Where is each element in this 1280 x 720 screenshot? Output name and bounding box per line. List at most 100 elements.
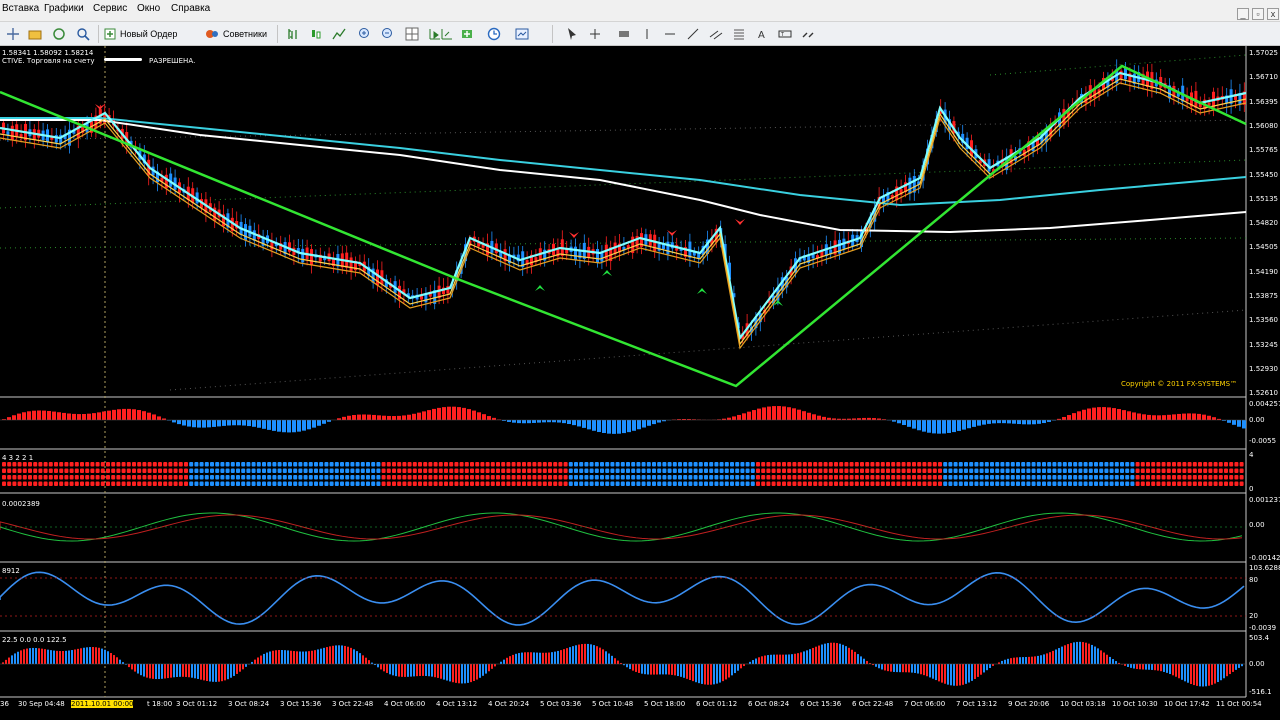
signal-dot	[1224, 468, 1228, 473]
histogram-bar	[323, 647, 325, 664]
signal-dot	[1016, 468, 1020, 473]
signal-dot	[735, 475, 740, 480]
price-chart-canvas[interactable]	[0, 46, 1280, 710]
macd-bar	[942, 420, 946, 434]
signal-dot	[303, 475, 308, 480]
macd-bar	[452, 406, 456, 420]
signal-dot	[792, 481, 797, 486]
signal-dot	[1088, 475, 1093, 480]
arrows-icon[interactable]	[801, 27, 815, 41]
signal-dot	[860, 475, 864, 480]
rectangle-tool-icon[interactable]	[617, 27, 631, 41]
signal-dot	[48, 481, 53, 486]
zoom-in-icon[interactable]	[358, 27, 372, 41]
signal-dot	[236, 475, 240, 480]
signal-dot	[80, 462, 84, 467]
signal-dot	[906, 475, 911, 480]
histogram-bar	[1133, 664, 1135, 669]
histogram-bar	[1184, 664, 1186, 682]
zoom-out-icon[interactable]	[381, 27, 395, 41]
time-tick-label: 6 Oct 08:24	[748, 700, 790, 708]
signal-dot	[1078, 475, 1083, 480]
signal-dot	[1005, 462, 1010, 467]
menu-service[interactable]: Сервис	[93, 3, 127, 14]
chart-window[interactable]: 1.58341 1.58092 1.58214 CTIVE. Торговля …	[0, 46, 1280, 710]
macd-bar	[927, 420, 931, 433]
signal-dot	[251, 475, 256, 480]
signal-dot	[1229, 481, 1234, 486]
vertical-line-icon[interactable]	[640, 27, 654, 41]
signal-dot	[537, 481, 542, 486]
signal-dot	[329, 481, 334, 486]
folder-icon[interactable]	[28, 27, 42, 41]
signal-dot	[7, 462, 12, 467]
text-tool-icon[interactable]: A	[755, 27, 769, 41]
restore-button[interactable]: ▫	[1252, 8, 1264, 20]
signal-dot	[33, 462, 38, 467]
histogram-bar	[329, 646, 331, 664]
histogram-bar	[977, 664, 979, 677]
fibonacci-icon[interactable]	[732, 27, 746, 41]
menu-window[interactable]: Окно	[137, 3, 160, 14]
magnifier-icon[interactable]	[76, 27, 90, 41]
signal-dot	[865, 481, 870, 486]
histogram-bar	[1067, 644, 1069, 664]
signal-dot	[314, 475, 318, 480]
tile-windows-icon[interactable]	[405, 27, 419, 41]
cursor-icon[interactable]	[565, 27, 579, 41]
time-tick-label: 3 Oct 22:48	[332, 700, 374, 708]
signal-dot	[782, 481, 786, 486]
signal-dot	[542, 468, 547, 473]
minimize-button[interactable]: _	[1237, 8, 1249, 20]
signal-dot	[558, 462, 563, 467]
new-order-button[interactable]: Новый Ордер	[104, 26, 177, 42]
indicator-axis-label: 0	[1249, 485, 1254, 493]
close-button[interactable]: x	[1267, 8, 1279, 20]
histogram-bar	[353, 649, 355, 664]
crosshair-move-icon[interactable]	[6, 27, 20, 41]
signal-dot	[958, 481, 963, 486]
signal-dot	[896, 462, 901, 467]
bar-chart-icon[interactable]	[286, 27, 300, 41]
autoscroll-icon[interactable]	[440, 27, 454, 41]
macd-bar	[817, 415, 821, 420]
signal-dot	[423, 468, 428, 473]
signal-dot	[766, 481, 771, 486]
periods-icon[interactable]	[487, 27, 501, 41]
templates-icon[interactable]	[515, 27, 529, 41]
histogram-bar	[1166, 664, 1168, 673]
histogram-bar	[980, 664, 982, 675]
signal-dot	[308, 481, 313, 486]
sub3-label: 0.0002389	[2, 500, 40, 508]
histogram-bar	[1061, 646, 1063, 664]
signal-dot	[792, 468, 797, 473]
macd-bar	[632, 420, 636, 431]
histogram-bar	[512, 654, 514, 664]
signal-dot	[974, 481, 979, 486]
trendline-icon[interactable]	[686, 27, 700, 41]
signal-dot	[262, 462, 266, 467]
signal-dot	[392, 468, 396, 473]
menu-charts[interactable]: Графики	[44, 3, 84, 14]
signal-dot	[350, 462, 355, 467]
menu-help[interactable]: Справка	[171, 3, 210, 14]
text-label-icon[interactable]: T	[778, 27, 792, 41]
menu-insert[interactable]: Вставка	[2, 3, 39, 14]
macd-bar	[862, 417, 866, 420]
signal-dot	[927, 475, 932, 480]
signal-dot	[927, 481, 932, 486]
signal-dot	[542, 481, 547, 486]
crosshair-icon[interactable]	[588, 27, 602, 41]
candlestick-chart-icon[interactable]	[309, 27, 323, 41]
horizontal-line-icon[interactable]	[663, 27, 677, 41]
indicators-icon[interactable]	[460, 27, 474, 41]
refresh-icon[interactable]	[52, 27, 66, 41]
signal-dot	[610, 475, 615, 480]
signal-dot	[1161, 481, 1166, 486]
new-order-icon	[104, 28, 116, 40]
signal-dot	[95, 468, 100, 473]
signal-dot	[631, 481, 636, 486]
advisors-button[interactable]: Советники	[205, 26, 267, 42]
equidistant-channel-icon[interactable]	[709, 27, 723, 41]
line-chart-icon[interactable]	[332, 27, 346, 41]
